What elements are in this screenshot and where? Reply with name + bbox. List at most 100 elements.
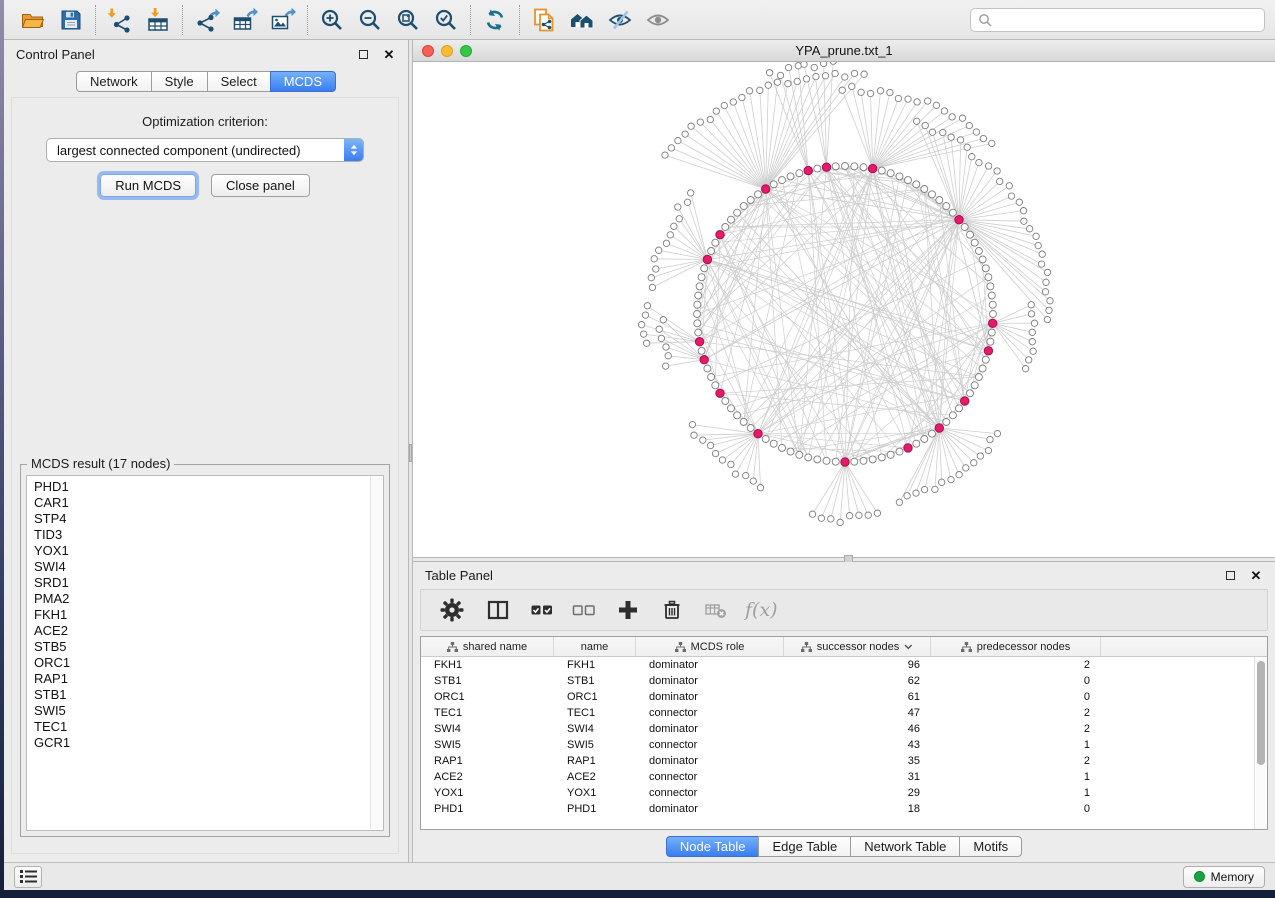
search-input[interactable] — [997, 12, 1257, 28]
close-panel-button[interactable]: ✕ — [382, 47, 396, 61]
table-scrollbar[interactable] — [1254, 657, 1267, 829]
unselect-all-columns-button[interactable] — [565, 592, 603, 628]
criterion-dropdown[interactable]: largest connected component (undirected) — [46, 138, 364, 162]
table-cell: STB1 — [421, 673, 554, 689]
save-session-button[interactable] — [52, 3, 90, 37]
window-minimize-button[interactable] — [441, 45, 453, 57]
mcds-result-item[interactable]: TEC1 — [34, 719, 383, 735]
window-zoom-button[interactable] — [460, 45, 472, 57]
mcds-result-item[interactable]: SWI5 — [34, 703, 383, 719]
network-graph[interactable] — [413, 62, 1275, 556]
table-row[interactable]: SWI4SWI4dominator462 — [421, 721, 1267, 737]
table-row[interactable]: FKH1FKH1dominator962 — [421, 657, 1267, 673]
table-row[interactable]: SWI5SWI5connector431 — [421, 737, 1267, 753]
table-row[interactable]: ACE2ACE2connector311 — [421, 769, 1267, 785]
mcds-result-item[interactable]: GCR1 — [34, 735, 383, 751]
select-all-columns-button[interactable] — [523, 592, 561, 628]
open-file-button[interactable] — [14, 3, 52, 37]
table-cell: 46 — [784, 721, 931, 737]
column-header-predecessor-nodes[interactable]: predecessor nodes — [931, 637, 1101, 656]
close-icon: ✕ — [384, 48, 395, 61]
open-folder-icon — [20, 7, 46, 33]
table-cell: 96 — [784, 657, 931, 673]
table-cell: dominator — [636, 657, 784, 673]
column-header-MCDS-role[interactable]: MCDS role — [636, 637, 784, 656]
memory-button[interactable]: Memory — [1183, 866, 1265, 888]
float-table-panel-button[interactable] — [1223, 568, 1237, 582]
add-row-button[interactable] — [609, 592, 647, 628]
mcds-result-item[interactable]: PMA2 — [34, 591, 383, 607]
first-neighbors-button[interactable] — [563, 3, 601, 37]
zoom-fit-button[interactable] — [389, 3, 427, 37]
zoom-out-button[interactable] — [351, 3, 389, 37]
tab-mcds[interactable]: MCDS — [270, 71, 336, 92]
table-row[interactable]: PHD1PHD1dominator180 — [421, 801, 1267, 817]
column-header-shared-name[interactable]: shared name — [421, 637, 554, 656]
toolbar-separator — [95, 5, 96, 35]
table-row[interactable]: ORC1ORC1dominator610 — [421, 689, 1267, 705]
refresh-button[interactable] — [476, 3, 514, 37]
hide-graphics-details-button[interactable] — [601, 3, 639, 37]
column-header-successor-nodes[interactable]: successor nodes — [784, 637, 931, 656]
network-canvas[interactable] — [413, 62, 1275, 557]
mcds-tab-content: Optimization criterion: largest connecte… — [11, 97, 399, 854]
splitter-grip[interactable] — [409, 444, 412, 462]
table-settings-button[interactable] — [433, 592, 471, 628]
tab-motifs[interactable]: Motifs — [959, 836, 1022, 857]
list-scroll-lane[interactable] — [370, 477, 382, 829]
close-panel-action-button[interactable]: Close panel — [211, 174, 310, 197]
mcds-result-item[interactable]: TID3 — [34, 527, 383, 543]
window-close-button[interactable] — [422, 45, 434, 57]
tab-network-table[interactable]: Network Table — [850, 836, 960, 857]
zoom-fit-icon — [395, 7, 421, 33]
mcds-result-item[interactable]: STB1 — [34, 687, 383, 703]
import-table-button[interactable] — [139, 3, 177, 37]
import-network-button[interactable] — [101, 3, 139, 37]
tab-node-table[interactable]: Node Table — [666, 836, 760, 857]
close-icon: ✕ — [1251, 569, 1262, 582]
zoom-in-button[interactable] — [313, 3, 351, 37]
mcds-result-item[interactable]: FKH1 — [34, 607, 383, 623]
table-row[interactable]: STB1STB1dominator620 — [421, 673, 1267, 689]
float-panel-button[interactable] — [356, 47, 370, 61]
scrollbar-thumb[interactable] — [1257, 661, 1265, 765]
table-cell: FKH1 — [421, 657, 554, 673]
column-header-name[interactable]: name — [554, 637, 636, 656]
tab-edge-table[interactable]: Edge Table — [758, 836, 851, 857]
control-panel-title: Control Panel — [16, 47, 95, 62]
export-network-button[interactable] — [188, 3, 226, 37]
run-mcds-button[interactable]: Run MCDS — [100, 174, 196, 197]
show-graphics-details-button[interactable] — [639, 3, 677, 37]
mcds-result-item[interactable]: SRD1 — [34, 575, 383, 591]
duplicate-network-button[interactable] — [525, 3, 563, 37]
table-row[interactable]: RAP1RAP1dominator352 — [421, 753, 1267, 769]
show-columns-button[interactable] — [479, 592, 517, 628]
export-table-button[interactable] — [226, 3, 264, 37]
zoom-selected-button[interactable] — [427, 3, 465, 37]
table-cell: 1 — [931, 737, 1101, 753]
search-icon — [978, 13, 992, 27]
tab-style[interactable]: Style — [151, 71, 208, 92]
mcds-result-item[interactable]: ORC1 — [34, 655, 383, 671]
mcds-result-item[interactable]: SWI4 — [34, 559, 383, 575]
table-row[interactable]: YOX1YOX1connector291 — [421, 785, 1267, 801]
delete-row-button[interactable] — [653, 592, 691, 628]
mcds-result-item[interactable]: CAR1 — [34, 495, 383, 511]
mcds-result-item[interactable]: PHD1 — [34, 479, 383, 495]
table-row[interactable]: TEC1TEC1connector472 — [421, 705, 1267, 721]
table-cell: 29 — [784, 785, 931, 801]
table-cell: 35 — [784, 753, 931, 769]
table-cell: 0 — [931, 689, 1101, 705]
mcds-result-item[interactable]: YOX1 — [34, 543, 383, 559]
mcds-result-item[interactable]: RAP1 — [34, 671, 383, 687]
tab-network[interactable]: Network — [76, 71, 152, 92]
mcds-result-item[interactable]: ACE2 — [34, 623, 383, 639]
mcds-result-item[interactable]: STB5 — [34, 639, 383, 655]
close-table-panel-button[interactable]: ✕ — [1249, 568, 1263, 582]
tab-select[interactable]: Select — [207, 71, 271, 92]
table-cell: 1 — [931, 769, 1101, 785]
mcds-result-item[interactable]: STP4 — [34, 511, 383, 527]
task-history-button[interactable] — [14, 866, 42, 888]
table-cell: 43 — [784, 737, 931, 753]
export-image-button[interactable] — [264, 3, 302, 37]
